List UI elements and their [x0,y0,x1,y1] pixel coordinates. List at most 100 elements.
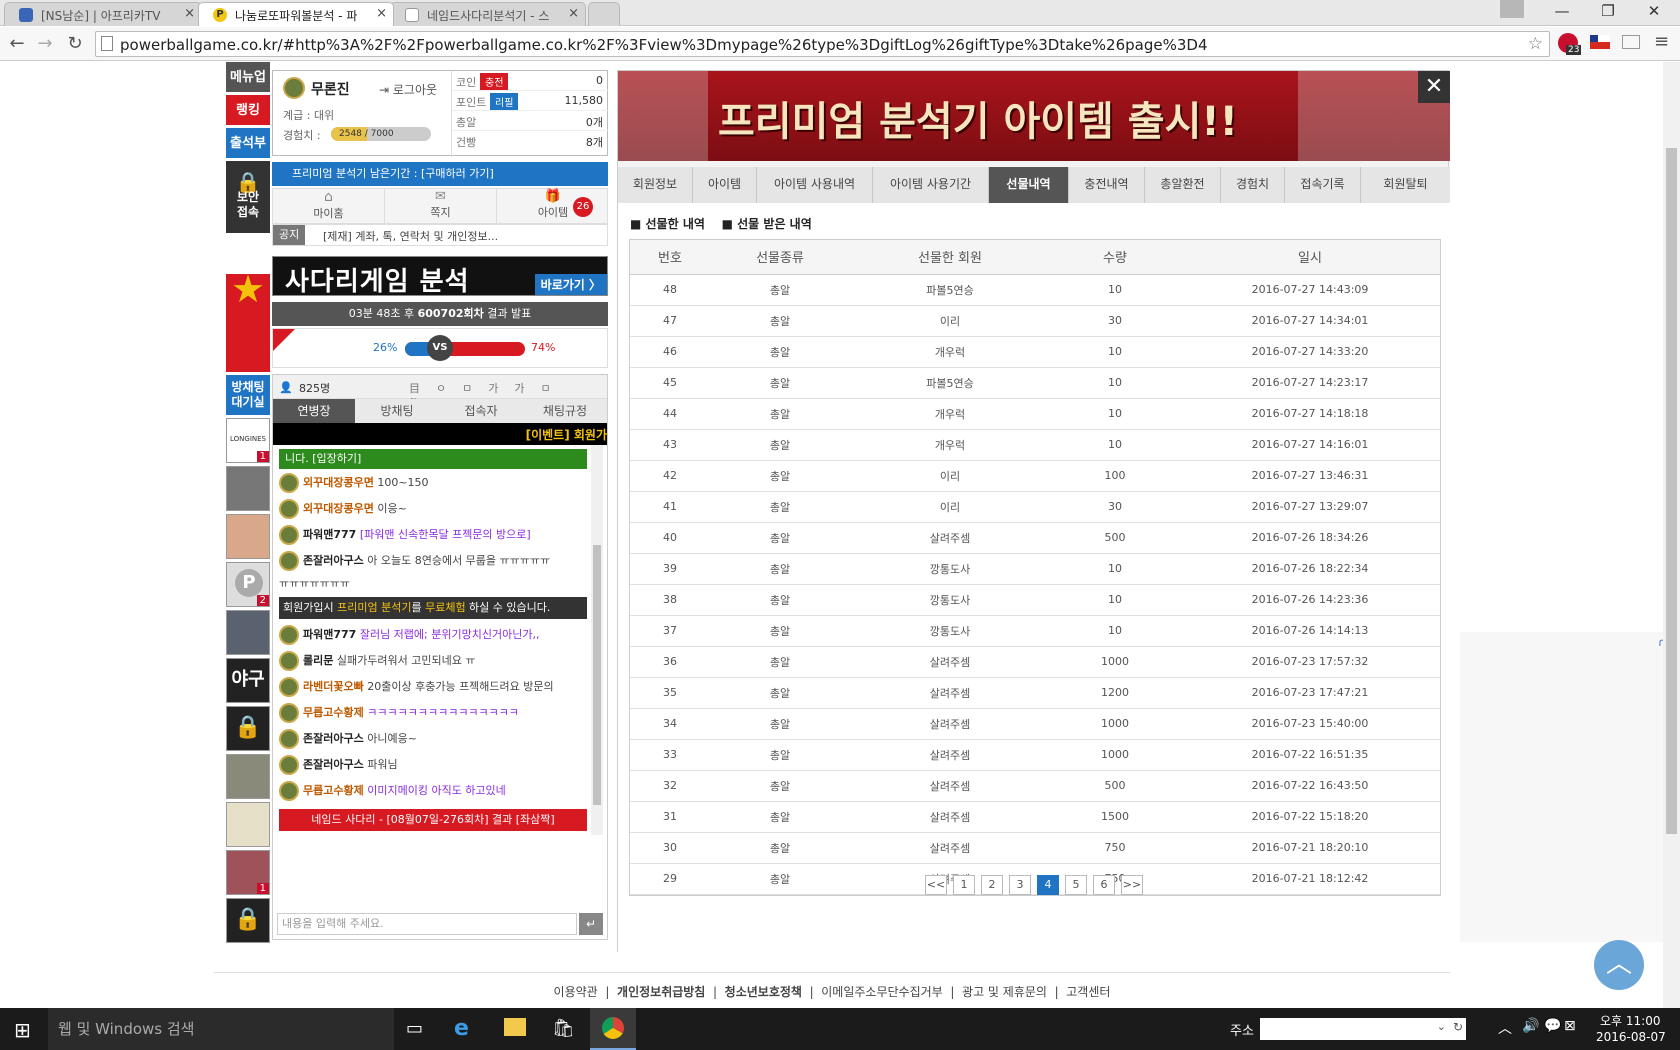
attendance-button[interactable]: 출석부 [226,128,270,158]
page-button[interactable]: 2 [981,875,1003,895]
lock-thumb[interactable]: 🔒 [226,898,270,943]
close-icon[interactable]: × [184,6,195,21]
secure-login-button[interactable]: 🔒 보안접속 [226,161,270,233]
ad-area[interactable]: ∩ [1460,632,1672,942]
browser-tab-2[interactable]: P 나눔로또파워볼분석 - 파 × [198,2,394,26]
go-icon[interactable]: ↻ [1453,1020,1463,1034]
footer-link-ads[interactable]: 광고 및 제휴문의 [962,985,1047,999]
charge-button[interactable]: 충전 [480,73,509,90]
forward-arrow-icon[interactable]: → [34,33,56,54]
menu-up-button[interactable]: 메뉴업 [226,62,270,92]
tab-experience[interactable]: 경험치 [1221,167,1285,203]
tab-item-usage[interactable]: 아이템 사용내역 [757,167,873,203]
page-last-button[interactable]: >> [1121,875,1143,895]
chat-input[interactable]: 내용을 입력해 주세요. [277,913,577,935]
chat-tool-icon[interactable]: ㅁ [541,382,567,395]
chat-nick[interactable]: 존잘러아구스 [303,758,364,771]
tab-access-log[interactable]: 접속기록 [1285,167,1361,203]
cast-extension-icon[interactable] [1622,35,1640,49]
store-icon[interactable]: 🛍 [552,1018,575,1039]
chat-nick[interactable]: 롤리문 [303,654,333,667]
user-thumb[interactable] [226,802,270,847]
myhome-button[interactable]: ⌂ 마이홈 [273,189,385,225]
new-tab-button[interactable] [588,2,620,26]
chat-tool-icon[interactable]: ㅁ [462,382,488,395]
clock-date[interactable]: 2016-08-07 [1596,1030,1666,1044]
tab-bullet-exchange[interactable]: 총알환전 [1145,167,1221,203]
chat-nick[interactable]: 라벤더꽃오빠 [303,680,364,693]
premium-notice-link[interactable]: 프리미엄 분석기 남은기간 : [구매하러 가기] [272,162,608,186]
chat-nick[interactable]: 외꾸대장콩우면 [303,502,374,515]
user-thumb[interactable] [226,610,270,655]
chat-nick[interactable]: 존잘러아구스 [303,554,364,567]
chat-nick[interactable]: 존잘러아구스 [303,732,364,745]
page-button-current[interactable]: 4 [1037,875,1059,895]
task-view-icon[interactable]: ▭ [406,1018,423,1039]
url-bar[interactable]: powerballgame.co.kr/#http%3A%2F%2Fpowerb… [95,31,1550,57]
notification-icon[interactable]: 💬 [1544,1018,1561,1034]
taskbar-search[interactable]: 웹 및 Windows 검색 [48,1008,394,1050]
notice-bar[interactable]: 공지 [제재] 계좌, 톡, 연락처 및 개인정보... [272,224,608,246]
edge-icon[interactable]: e [454,1016,469,1041]
page-button[interactable]: 6 [1093,875,1115,895]
logout-button[interactable]: ⇥ 로그아웃 [379,81,437,98]
menu-icon[interactable]: ≡ [1654,31,1669,52]
user-thumb[interactable]: 1 [226,850,270,895]
chat-nick[interactable]: 무릅고수황제 [303,706,364,719]
ranking-button[interactable]: 랭킹 [226,95,270,125]
chat-scrollbar-thumb[interactable] [593,545,601,805]
page-scrollbar-thumb[interactable] [1666,148,1677,834]
scroll-top-button[interactable]: ︿ [1594,940,1644,990]
tab-charge-history[interactable]: 충전내역 [1069,167,1145,203]
footer-link-email[interactable]: 이메일주소무단수집거부 [821,985,942,999]
chat-tab-room[interactable]: 방채팅 [355,399,439,423]
close-icon[interactable]: × [376,6,387,21]
tab-member-info[interactable]: 회원정보 [618,167,693,203]
chat-nick[interactable]: 파워맨777 [303,528,356,541]
page-button[interactable]: 1 [953,875,975,895]
message-button[interactable]: ✉ 쪽지 [385,189,497,225]
clock-time[interactable]: 오후 11:00 [1600,1012,1660,1029]
banner-close-icon[interactable]: ✕ [1418,71,1450,103]
lock-thumb[interactable]: 🔒 [226,706,270,751]
browser-tab-3[interactable]: 네임드사다리분석기 - 스 × [390,2,586,26]
footer-link-support[interactable]: 고객센터 [1066,985,1110,999]
profile-icon[interactable] [1500,0,1524,18]
event-ticker[interactable]: [이벤트] 회원가 [273,423,607,445]
premium-banner[interactable]: 프리미엄 분석기 아이템 출시!! ✕ [618,71,1450,161]
chat-tab-rules[interactable]: 채팅규정 [523,399,607,423]
chat-tab-users[interactable]: 접속자 [439,399,523,423]
tray-chevron-up-icon[interactable]: ︿ [1498,1018,1512,1038]
flag-extension-icon[interactable] [1590,35,1610,49]
tab-item-period[interactable]: 아이템 사용기간 [873,167,989,203]
reload-icon[interactable]: ↻ [64,33,86,54]
footer-link-privacy[interactable]: 개인정보취급방침 [617,985,705,999]
tab-withdraw[interactable]: 회원탈퇴 [1361,167,1450,203]
user-thumb[interactable] [226,754,270,799]
file-explorer-icon[interactable] [504,1018,526,1036]
page-first-button[interactable]: << [925,875,947,895]
chat-tool-icon[interactable]: 目ㅇ [409,382,462,395]
subtab-given[interactable]: ■ 선물한 내역 [630,217,705,231]
chat-nick[interactable]: 외꾸대장콩우면 [303,476,374,489]
user-thumb[interactable] [226,466,270,511]
user-thumb[interactable]: LONGINES 1 [226,418,270,463]
subtab-received[interactable]: ■ 선물 받은 내역 [722,217,812,231]
refill-button[interactable]: 리필 [490,93,519,110]
tab-items[interactable]: 아이템 [693,167,757,203]
baseball-thumb[interactable]: 야구 [226,658,270,703]
page-button[interactable]: 3 [1009,875,1031,895]
page-button[interactable]: 5 [1065,875,1087,895]
chrome-taskbar-button[interactable] [590,1008,636,1050]
enter-room-msg[interactable]: 니다. [입장하기] [279,449,587,469]
waiting-room-button[interactable]: 방채팅대기실 [226,375,270,415]
user-thumb[interactable]: P2 [226,562,270,607]
chat-nick[interactable]: 무릅고수황제 [303,784,364,797]
bookmark-star-icon[interactable]: ☆ [1528,34,1543,54]
page-scrollbar[interactable] [1663,62,1680,1008]
language-icon[interactable]: ⊠ [1564,1018,1576,1034]
back-arrow-icon[interactable]: ← [6,33,28,54]
chat-nick[interactable]: 파워맨777 [303,628,356,641]
chat-tool-icon[interactable]: 가 [488,382,514,395]
dropdown-chevron-icon[interactable]: ⌄ [1437,1020,1446,1033]
